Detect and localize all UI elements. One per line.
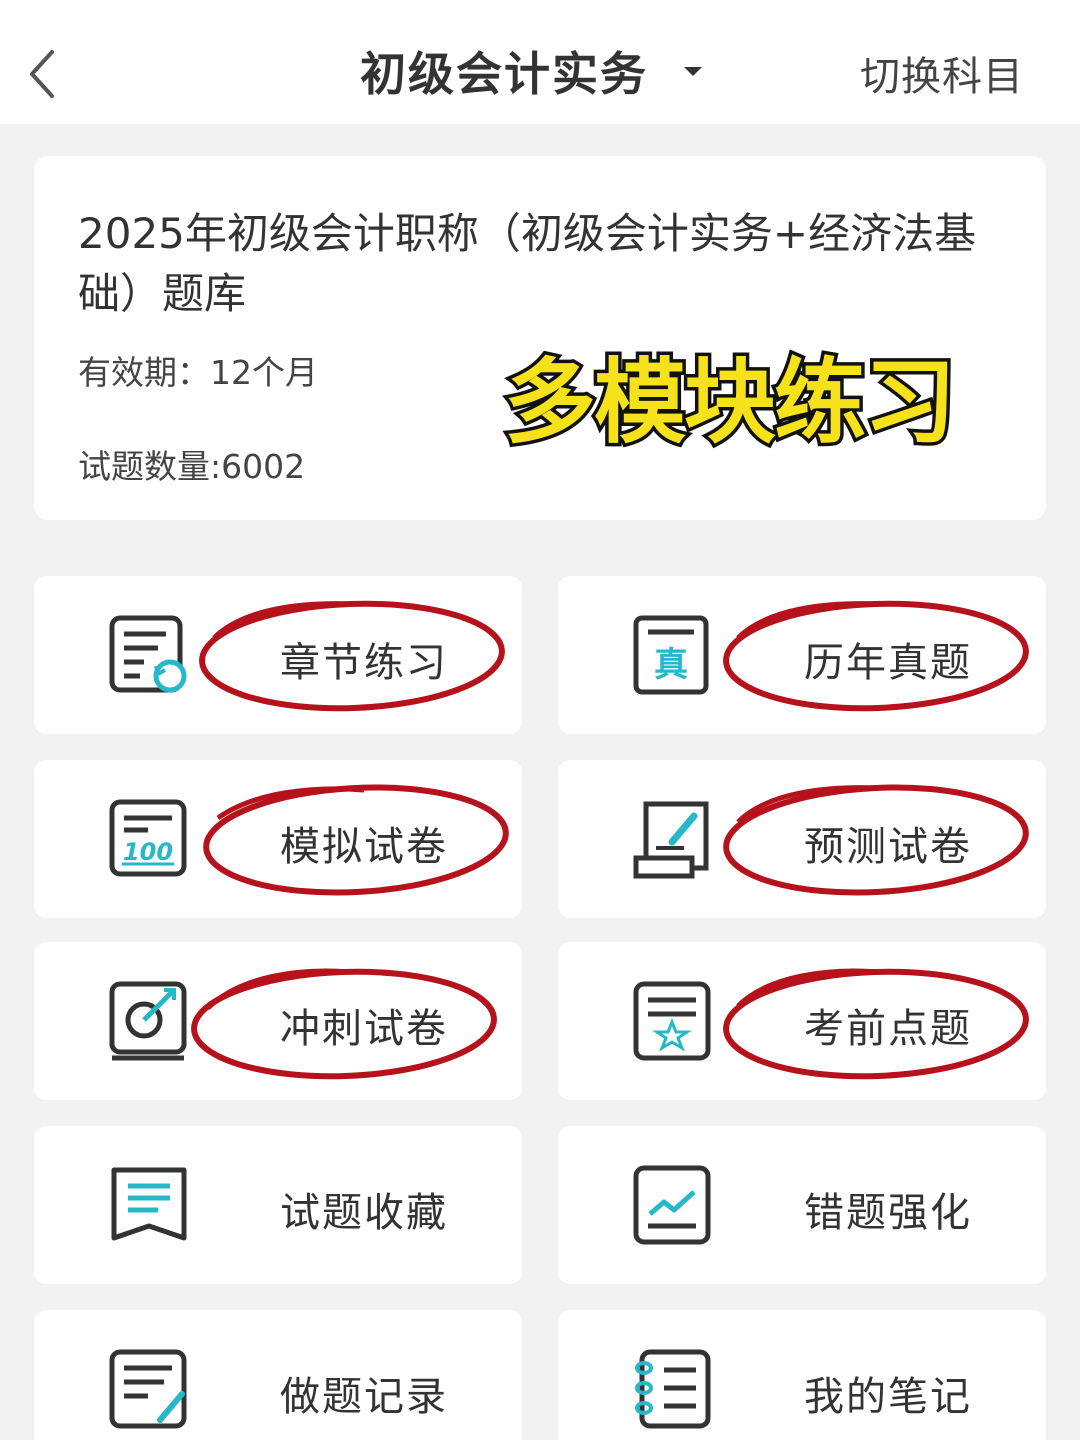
module-practice-record[interactable]: 做题记录 [34,1310,522,1440]
module-wrong-questions[interactable]: 错题强化 [558,1126,1046,1284]
svg-text:多模块练习: 多模块练习 [504,349,954,456]
module-key-points[interactable]: 考前点题 [558,942,1046,1100]
module-label: 我的笔记 [804,1374,972,1420]
svg-text:真: 真 [654,645,688,685]
switch-subject-button[interactable]: 切换科目 [860,44,1024,102]
module-mock-exam[interactable]: 100 模拟试卷 [34,760,522,918]
module-chapter-practice[interactable]: 章节练习 [34,576,522,734]
past-exams-icon: 真 [633,615,709,695]
module-sprint-exam[interactable]: 冲刺试卷 [34,942,522,1100]
validity-period: 有效期：12个月 [78,353,318,392]
sprint-exam-icon [109,981,187,1061]
module-label: 试题收藏 [280,1190,448,1236]
question-count: 试题数量:6002 [78,447,306,486]
module-label: 错题强化 [804,1190,972,1236]
chapter-practice-icon [109,615,187,693]
top-bar: 初级会计实务 切换科目 [0,0,1080,124]
practice-record-icon [109,1349,187,1429]
module-forecast-exam[interactable]: 预测试卷 [558,760,1046,918]
course-info-card: 2025年初级会计职称（初级会计实务+经济法基础）题库 有效期：12个月 试题数… [34,156,1046,520]
module-past-exams[interactable]: 真 历年真题 [558,576,1046,734]
module-label: 预测试卷 [804,824,972,870]
mock-exam-icon: 100 [109,799,187,877]
forecast-exam-icon [633,801,709,879]
module-label: 冲刺试卷 [280,1006,448,1052]
module-label: 历年真题 [804,640,972,686]
module-favorites[interactable]: 试题收藏 [34,1126,522,1284]
course-name: 2025年初级会计职称（初级会计实务+经济法基础）题库 [78,209,977,318]
key-points-icon [633,981,711,1061]
module-label: 章节练习 [280,640,448,686]
module-notes[interactable]: 我的笔记 [558,1310,1046,1440]
module-label: 模拟试卷 [280,824,448,870]
module-label: 考前点题 [804,1006,972,1052]
module-label: 做题记录 [280,1374,448,1420]
promo-overlay-text: 多模块练习 [500,346,959,460]
subject-selector[interactable]: 初级会计实务 [360,36,702,106]
page-title: 初级会计实务 [360,47,648,101]
back-arrow-icon[interactable] [22,44,66,104]
wrong-questions-icon [633,1165,711,1245]
notes-icon [635,1349,711,1429]
svg-text:100: 100 [123,838,173,866]
caret-down-icon [684,66,702,76]
favorites-icon [111,1167,187,1241]
